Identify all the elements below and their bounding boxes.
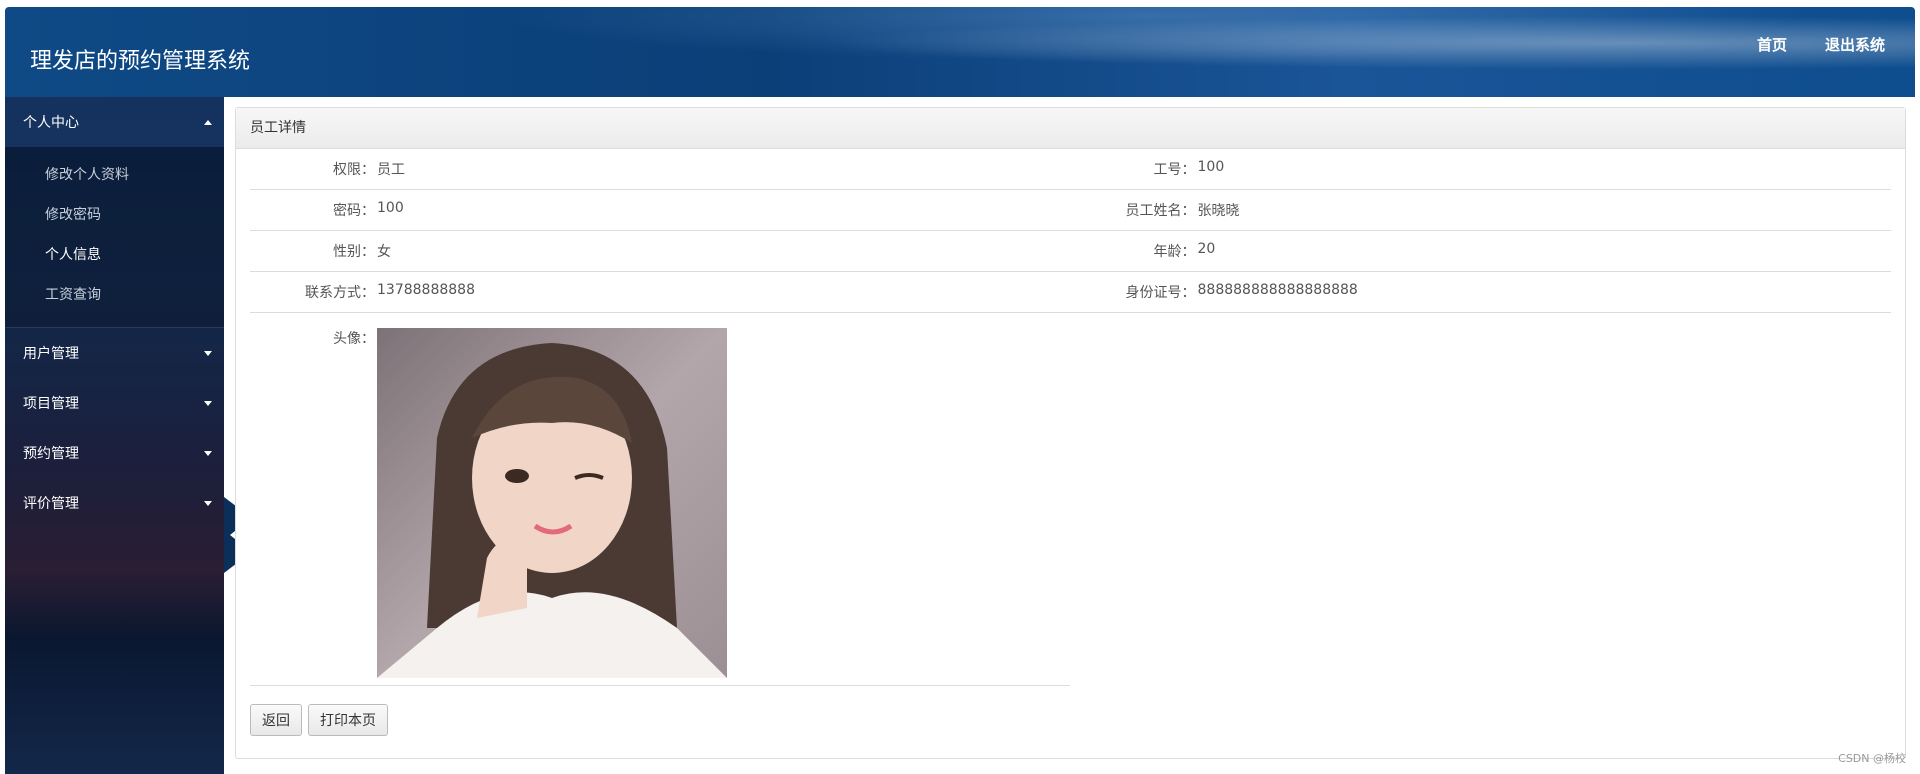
- sidebar-group-user-management[interactable]: 用户管理: [5, 328, 224, 378]
- detail-row: 权限： 员工 工号： 100: [250, 149, 1891, 190]
- field-label: 头像：: [333, 331, 375, 347]
- sidebar-item-salary-query[interactable]: 工资查询: [5, 275, 224, 315]
- field-value: 100: [377, 200, 404, 216]
- action-buttons: 返回 打印本页: [250, 704, 1891, 736]
- field-age: 年龄： 20: [1071, 241, 1892, 261]
- sidebar: 个人中心 修改个人资料 修改密码 个人信息 工资查询 用户管理 项目管理 预约管…: [5, 97, 224, 774]
- field-label: 性别：: [333, 244, 375, 260]
- print-button[interactable]: 打印本页: [308, 704, 388, 736]
- top-header: 理发店的预约管理系统 首页 退出系统: [5, 7, 1915, 97]
- sidebar-group-label: 用户管理: [23, 346, 79, 362]
- caret-down-icon: [204, 450, 212, 456]
- avatar: [377, 328, 727, 678]
- field-value: 888888888888888888: [1197, 282, 1358, 298]
- sidebar-item-edit-profile[interactable]: 修改个人资料: [5, 155, 224, 195]
- field-label: 工号：: [1153, 162, 1196, 178]
- field-value: 员工: [377, 162, 405, 178]
- field-id-card: 身份证号： 888888888888888888: [1071, 282, 1892, 302]
- avatar-photo: [377, 328, 727, 678]
- field-employee-id: 工号： 100: [1071, 159, 1892, 179]
- sidebar-group-review-management[interactable]: 评价管理: [5, 478, 224, 528]
- nav-home-link[interactable]: 首页: [1757, 34, 1787, 55]
- panel-title: 员工详情: [236, 108, 1905, 149]
- field-value: 20: [1197, 241, 1216, 257]
- field-label: 员工姓名：: [1125, 203, 1196, 219]
- back-button[interactable]: 返回: [250, 704, 302, 736]
- field-label: 身份证号：: [1125, 285, 1196, 301]
- sidebar-group-project-management[interactable]: 项目管理: [5, 378, 224, 428]
- sidebar-group-personal-center[interactable]: 个人中心: [5, 97, 224, 147]
- field-label: 密码：: [333, 203, 375, 219]
- employee-detail-panel: 员工详情 权限： 员工 工号： 100 密码： 100 员工姓名： 张晓晓 性别…: [235, 107, 1906, 759]
- field-employee-name: 员工姓名： 张晓晓: [1071, 200, 1892, 220]
- field-value: 张晓晓: [1197, 203, 1240, 219]
- field-value: 女: [377, 244, 391, 260]
- field-label: 权限：: [333, 162, 375, 178]
- sidebar-submenu: 修改个人资料 修改密码 个人信息 工资查询: [5, 147, 224, 328]
- field-permission: 权限： 员工: [250, 159, 1071, 179]
- detail-row: 性别： 女 年龄： 20: [250, 231, 1891, 272]
- detail-row: 密码： 100 员工姓名： 张晓晓: [250, 190, 1891, 231]
- field-gender: 性别： 女: [250, 241, 1071, 261]
- field-label: 联系方式：: [305, 285, 375, 301]
- caret-up-icon: [204, 119, 212, 125]
- detail-row: 联系方式： 13788888888 身份证号： 8888888888888888…: [250, 272, 1891, 313]
- caret-down-icon: [204, 500, 212, 506]
- sidebar-group-booking-management[interactable]: 预约管理: [5, 428, 224, 478]
- field-value: 100: [1197, 159, 1225, 175]
- panel-body: 权限： 员工 工号： 100 密码： 100 员工姓名： 张晓晓 性别： 女 年…: [236, 149, 1905, 736]
- sidebar-item-personal-info[interactable]: 个人信息: [5, 235, 224, 275]
- sidebar-group-label: 项目管理: [23, 396, 79, 412]
- watermark: CSDN @杨校: [1838, 752, 1906, 765]
- field-label: 年龄：: [1153, 244, 1196, 260]
- avatar-row: 头像：: [250, 313, 1070, 686]
- header-nav: 首页 退出系统: [1757, 34, 1885, 55]
- caret-down-icon: [204, 350, 212, 356]
- sidebar-item-change-password[interactable]: 修改密码: [5, 195, 224, 235]
- field-phone: 联系方式： 13788888888: [250, 282, 1071, 302]
- caret-down-icon: [204, 400, 212, 406]
- sidebar-group-label: 个人中心: [23, 115, 79, 131]
- sidebar-group-label: 评价管理: [23, 496, 79, 512]
- nav-logout-link[interactable]: 退出系统: [1825, 34, 1885, 55]
- field-value: 13788888888: [377, 282, 475, 298]
- sidebar-group-label: 预约管理: [23, 446, 79, 462]
- field-password: 密码： 100: [250, 200, 1071, 220]
- app-title: 理发店的预约管理系统: [30, 49, 251, 74]
